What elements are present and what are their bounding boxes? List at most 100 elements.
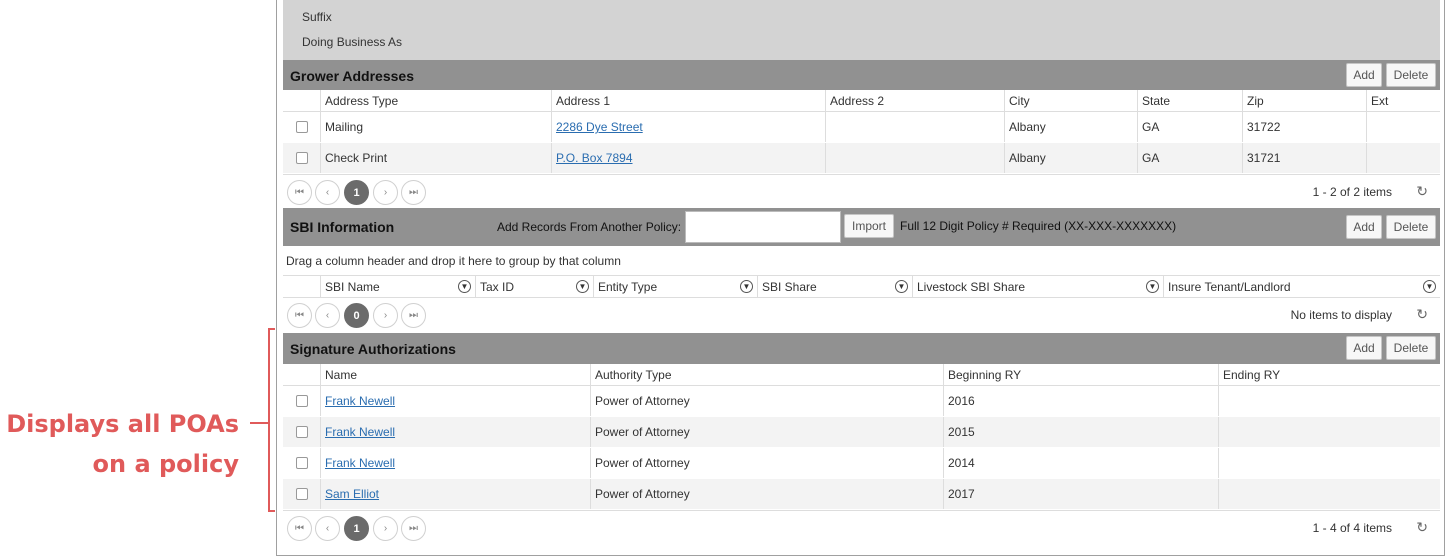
delete-sbi-button[interactable]: Delete	[1386, 215, 1436, 239]
refresh-icon[interactable]: ↻	[1416, 183, 1428, 200]
first-page-icon[interactable]: ⏮	[287, 180, 312, 205]
dba-label: Doing Business As	[302, 35, 403, 49]
pager-info: 1 - 4 of 4 items	[1312, 521, 1392, 535]
name-link[interactable]: Frank Newell	[325, 394, 395, 408]
filter-icon[interactable]: ▼	[1146, 280, 1159, 293]
col-name[interactable]: Name	[320, 364, 590, 385]
filter-icon[interactable]: ▼	[458, 280, 471, 293]
next-page-icon[interactable]: ›	[373, 303, 398, 328]
signature-row: Sam Elliot Power of Attorney 2017	[283, 479, 1440, 510]
last-page-icon[interactable]: ⏭	[401, 516, 426, 541]
row-checkbox[interactable]	[295, 152, 308, 164]
col-state[interactable]: State	[1137, 90, 1242, 111]
ending-ry-cell	[1218, 479, 1440, 509]
beginning-ry-cell: 2017	[943, 479, 1218, 509]
current-page-button[interactable]: 0	[344, 303, 369, 328]
group-by-area[interactable]: Drag a column header and drop it here to…	[283, 246, 1440, 276]
last-page-icon[interactable]: ⏭	[401, 180, 426, 205]
row-checkbox[interactable]	[295, 426, 308, 438]
first-page-icon[interactable]: ⏮	[287, 516, 312, 541]
addresses-column-header: Address Type Address 1 Address 2 City St…	[283, 90, 1440, 112]
add-address-button[interactable]: Add	[1346, 63, 1382, 87]
col-address-2[interactable]: Address 2	[825, 90, 1004, 111]
authority-type-cell: Power of Attorney	[590, 417, 943, 447]
last-page-icon[interactable]: ⏭	[401, 303, 426, 328]
add-sbi-button[interactable]: Add	[1346, 215, 1382, 239]
col-livestock-sbi-share[interactable]: Livestock SBI Share ▼	[912, 276, 1163, 297]
col-zip[interactable]: Zip	[1242, 90, 1366, 111]
col-address-type[interactable]: Address Type	[320, 90, 551, 111]
filter-icon[interactable]: ▼	[740, 280, 753, 293]
refresh-icon[interactable]: ↻	[1416, 306, 1428, 323]
annotation-line-1: Displays all POAs	[6, 410, 239, 438]
col-insure-tenant-landlord[interactable]: Insure Tenant/Landlord ▼	[1163, 276, 1440, 297]
col-ending-ry[interactable]: Ending RY	[1218, 364, 1440, 385]
row-select-cell	[283, 112, 320, 142]
zip-cell: 31722	[1242, 112, 1366, 142]
address-1-link[interactable]: P.O. Box 7894	[556, 151, 633, 165]
col-label: Insure Tenant/Landlord	[1168, 279, 1291, 294]
row-checkbox[interactable]	[295, 395, 308, 407]
refresh-icon[interactable]: ↻	[1416, 519, 1428, 536]
address-1-cell: 2286 Dye Street	[551, 112, 825, 142]
prev-page-icon[interactable]: ‹	[315, 303, 340, 328]
signatures-column-header: Name Authority Type Beginning RY Ending …	[283, 364, 1440, 386]
sbi-information-title: SBI Information	[290, 219, 395, 235]
prev-page-icon[interactable]: ‹	[315, 180, 340, 205]
filter-icon[interactable]: ▼	[576, 280, 589, 293]
import-button[interactable]: Import	[844, 214, 894, 238]
row-checkbox[interactable]	[295, 121, 308, 133]
first-page-icon[interactable]: ⏮	[287, 303, 312, 328]
add-signature-button[interactable]: Add	[1346, 336, 1382, 360]
address-1-link[interactable]: 2286 Dye Street	[556, 120, 643, 134]
col-beginning-ry[interactable]: Beginning RY	[943, 364, 1218, 385]
name-link[interactable]: Frank Newell	[325, 425, 395, 439]
policy-format-hint: Full 12 Digit Policy # Required (XX-XXX-…	[900, 219, 1177, 233]
col-label: SBI Name	[325, 279, 380, 294]
col-address-1[interactable]: Address 1	[551, 90, 825, 111]
row-select-cell	[283, 479, 320, 509]
col-ext[interactable]: Ext	[1366, 90, 1440, 111]
select-column-header	[283, 90, 320, 111]
next-page-icon[interactable]: ›	[373, 180, 398, 205]
col-label: Livestock SBI Share	[917, 279, 1026, 294]
delete-address-button[interactable]: Delete	[1386, 63, 1436, 87]
name-link[interactable]: Frank Newell	[325, 456, 395, 470]
select-column-header	[283, 276, 320, 297]
ending-ry-cell	[1218, 417, 1440, 447]
beginning-ry-cell: 2015	[943, 417, 1218, 447]
filter-icon[interactable]: ▼	[895, 280, 908, 293]
col-tax-id[interactable]: Tax ID ▼	[475, 276, 593, 297]
name-cell: Frank Newell	[320, 386, 590, 416]
signature-authorizations-header: Signature Authorizations Add Delete	[283, 333, 1440, 364]
prev-page-icon[interactable]: ‹	[315, 516, 340, 541]
city-cell: Albany	[1004, 112, 1137, 142]
policy-info-section: Suffix Doing Business As	[283, 0, 1440, 60]
ending-ry-cell	[1218, 386, 1440, 416]
delete-signature-button[interactable]: Delete	[1386, 336, 1436, 360]
address-row: Check Print P.O. Box 7894 Albany GA 3172…	[283, 143, 1440, 174]
current-page-button[interactable]: 1	[344, 180, 369, 205]
col-entity-type[interactable]: Entity Type ▼	[593, 276, 757, 297]
current-page-button[interactable]: 1	[344, 516, 369, 541]
pager-info: No items to display	[1290, 308, 1392, 322]
address-type-cell: Check Print	[320, 143, 551, 173]
address-2-cell	[825, 112, 1004, 142]
col-authority-type[interactable]: Authority Type	[590, 364, 943, 385]
address-type-cell: Mailing	[320, 112, 551, 142]
col-sbi-share[interactable]: SBI Share ▼	[757, 276, 912, 297]
col-sbi-name[interactable]: SBI Name ▼	[320, 276, 475, 297]
signature-row: Frank Newell Power of Attorney 2016	[283, 386, 1440, 417]
state-cell: GA	[1137, 112, 1242, 142]
addresses-pager: ⏮ ‹ 1 › ⏭ 1 - 2 of 2 items ↻	[283, 174, 1440, 208]
next-page-icon[interactable]: ›	[373, 516, 398, 541]
col-city[interactable]: City	[1004, 90, 1137, 111]
ext-cell	[1366, 112, 1440, 142]
name-link[interactable]: Sam Elliot	[325, 487, 379, 501]
filter-icon[interactable]: ▼	[1423, 280, 1436, 293]
ending-ry-cell	[1218, 448, 1440, 478]
policy-number-input[interactable]	[685, 211, 841, 243]
row-checkbox[interactable]	[295, 488, 308, 500]
row-checkbox[interactable]	[295, 457, 308, 469]
grower-addresses-header: Grower Addresses Add Delete	[283, 60, 1440, 90]
